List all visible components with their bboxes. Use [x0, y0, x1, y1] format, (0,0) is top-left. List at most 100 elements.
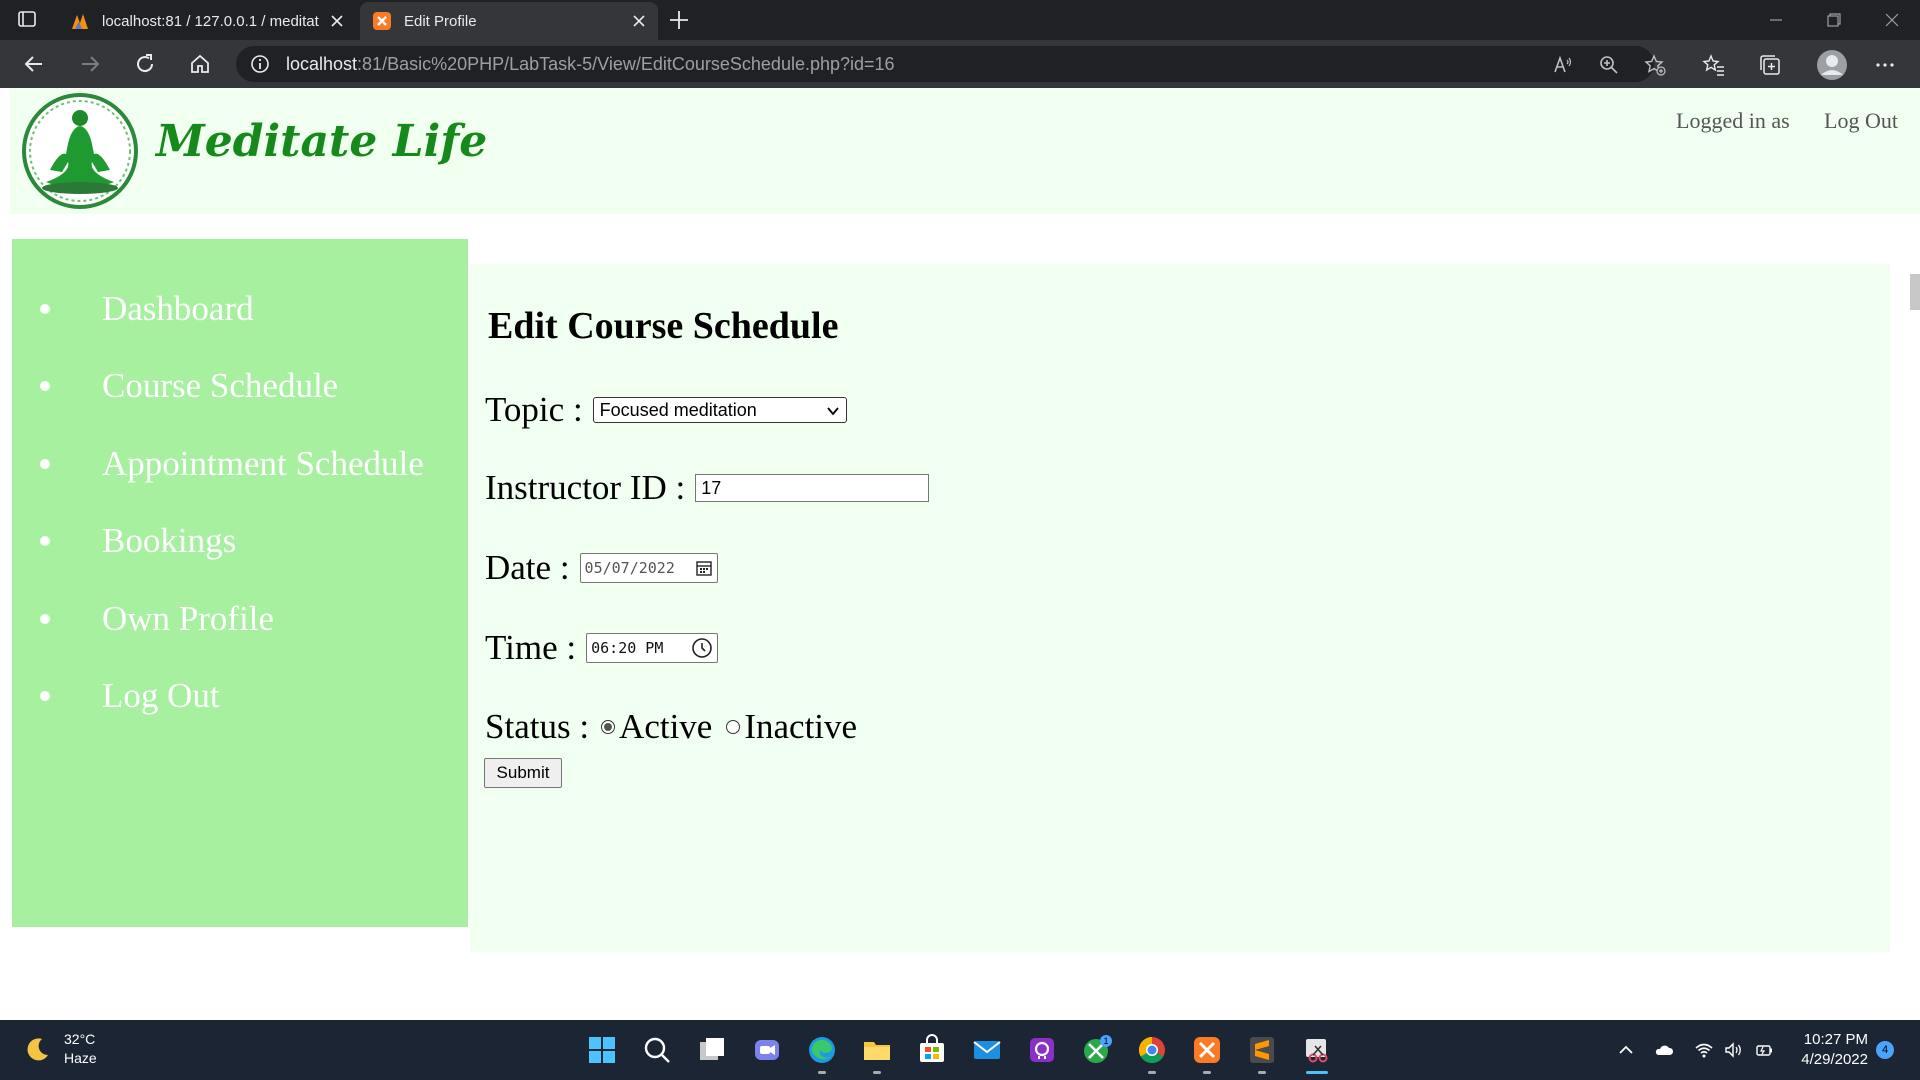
snipping-tool-icon[interactable]: [1301, 1034, 1333, 1066]
search-icon[interactable]: [641, 1034, 673, 1066]
close-window-icon[interactable]: [1884, 12, 1900, 28]
more-options-icon[interactable]: [1873, 53, 1897, 77]
sidebar-item-appointment-schedule[interactable]: Appointment Schedule: [12, 444, 424, 484]
running-indicator: [1258, 1071, 1266, 1074]
date-input[interactable]: 05/07/2022: [579, 553, 718, 583]
weather-widget[interactable]: 32°C Haze: [24, 1030, 97, 1068]
chrome-icon[interactable]: [1136, 1034, 1168, 1066]
read-aloud-icon[interactable]: [1552, 54, 1574, 76]
url-host: localhost: [286, 53, 358, 74]
new-tab-icon[interactable]: [668, 9, 690, 31]
instructor-id-input[interactable]: 17: [695, 474, 930, 502]
zoom-icon[interactable]: [1598, 54, 1620, 76]
home-icon[interactable]: [188, 52, 212, 76]
start-icon[interactable]: [586, 1034, 618, 1066]
teams-chat-icon[interactable]: [751, 1034, 783, 1066]
active-indicator: [1306, 1071, 1328, 1074]
status-inactive-label[interactable]: Inactive: [744, 707, 857, 747]
temperature: 32°C: [64, 1031, 96, 1047]
date-value: 05/07/2022: [584, 559, 675, 577]
bullet: [40, 536, 50, 546]
edit-course-form: Edit Course Schedule Topic : Focused med…: [470, 264, 1890, 952]
clock-time: 10:27 PM: [1803, 1031, 1868, 1048]
add-favorite-icon[interactable]: [1644, 54, 1666, 76]
tab-label: Edit Profile: [404, 12, 477, 30]
status-row: Status : Active Inactive: [485, 707, 857, 747]
sidebar-item-label[interactable]: Own Profile: [102, 599, 274, 639]
sidebar-item-bookings[interactable]: Bookings: [12, 521, 236, 561]
favorites-icon[interactable]: [1702, 53, 1726, 77]
sidebar-item-label[interactable]: Appointment Schedule: [102, 444, 424, 484]
windows-taskbar: 32°C Haze 1 10:27 PM 4/29/2022 4: [0, 1020, 1920, 1080]
tab-actions-icon[interactable]: [18, 11, 36, 27]
moon-icon: [27, 1038, 48, 1061]
date-label: Date :: [485, 548, 570, 587]
status-inactive-radio[interactable]: [726, 720, 741, 734]
profile-avatar-icon[interactable]: [1816, 49, 1848, 81]
xbox-icon[interactable]: 1: [1081, 1034, 1113, 1066]
clock-icon[interactable]: [691, 637, 713, 659]
page-title: Edit Course Schedule: [488, 305, 839, 347]
instructor-label: Instructor ID :: [485, 468, 686, 507]
mail-icon[interactable]: [971, 1034, 1003, 1066]
topic-select[interactable]: Focused meditation: [592, 397, 847, 423]
tab-label: localhost:81 / 127.0.0.1 / meditat: [102, 12, 319, 30]
address-bar[interactable]: localhost:81/Basic%20PHP/LabTask-5/View/…: [236, 46, 1666, 82]
weather-text: 32°C Haze: [64, 1030, 97, 1068]
running-indicator: [1203, 1071, 1211, 1074]
sidebar-item-label[interactable]: Course Schedule: [102, 366, 338, 406]
meditation-logo-icon: [22, 93, 138, 209]
notes-app-icon[interactable]: [1026, 1034, 1058, 1066]
status-active-radio[interactable]: [601, 720, 616, 734]
close-tab-icon[interactable]: [632, 14, 646, 28]
instructor-row: Instructor ID : 17: [485, 468, 930, 508]
wifi-icon[interactable]: [1694, 1040, 1714, 1060]
xbox-badge-count: 1: [1103, 1036, 1108, 1046]
sidebar-item-label[interactable]: Log Out: [102, 676, 220, 716]
scrollbar-thumb[interactable]: [1910, 274, 1920, 310]
collections-icon[interactable]: [1758, 53, 1782, 77]
calendar-icon[interactable]: [695, 559, 713, 577]
onedrive-icon[interactable]: [1654, 1040, 1674, 1060]
topic-label: Topic :: [485, 390, 583, 429]
sidebar-item-label[interactable]: Bookings: [102, 521, 236, 561]
chevron-up-icon[interactable]: [1616, 1040, 1636, 1060]
file-explorer-icon[interactable]: [861, 1034, 893, 1066]
volume-icon[interactable]: [1723, 1040, 1743, 1060]
clock-date: 4/29/2022: [1801, 1051, 1868, 1068]
sidebar-item-label[interactable]: Dashboard: [102, 289, 254, 329]
submit-button[interactable]: Submit: [484, 758, 562, 788]
site-info-icon[interactable]: [250, 54, 270, 74]
task-view-icon[interactable]: [696, 1034, 728, 1066]
status-label: Status :: [485, 707, 590, 746]
time-label: Time :: [485, 628, 577, 667]
bullet: [40, 614, 50, 624]
minimize-icon[interactable]: [1768, 12, 1784, 28]
browser-toolbar: localhost:81/Basic%20PHP/LabTask-5/View/…: [0, 40, 1920, 88]
browser-tab-edit-profile[interactable]: Edit Profile: [360, 2, 658, 40]
site-header: Meditate Life Logged in as Log Out: [10, 88, 1920, 214]
edge-browser-icon[interactable]: [806, 1034, 838, 1066]
restore-icon[interactable]: [1826, 12, 1842, 28]
running-indicator: [1148, 1071, 1156, 1074]
sidebar-item-own-profile[interactable]: Own Profile: [12, 599, 274, 639]
sublime-text-icon[interactable]: [1246, 1034, 1278, 1066]
system-clock[interactable]: 10:27 PM 4/29/2022: [1790, 1030, 1868, 1070]
header-logout-link[interactable]: Log Out: [1824, 108, 1898, 134]
xampp-icon[interactable]: [1191, 1034, 1223, 1066]
sidebar-item-logout[interactable]: Log Out: [12, 676, 220, 716]
battery-icon[interactable]: [1754, 1040, 1774, 1060]
status-active-label[interactable]: Active: [619, 707, 712, 747]
close-tab-icon[interactable]: [330, 14, 344, 28]
microsoft-store-icon[interactable]: [916, 1034, 948, 1066]
back-icon[interactable]: [22, 52, 46, 76]
sidebar-item-dashboard[interactable]: Dashboard: [12, 289, 254, 329]
forward-icon[interactable]: [78, 52, 102, 76]
topic-selected-value: Focused meditation: [599, 399, 757, 420]
refresh-icon[interactable]: [133, 52, 157, 76]
sidebar-item-course-schedule[interactable]: Course Schedule: [12, 366, 338, 406]
browser-tab-phpmyadmin[interactable]: localhost:81 / 127.0.0.1 / meditat: [58, 2, 356, 40]
logged-in-as-link[interactable]: Logged in as: [1676, 108, 1790, 134]
time-input[interactable]: 06:20 PM: [586, 633, 719, 663]
notification-badge[interactable]: 4: [1876, 1041, 1894, 1059]
